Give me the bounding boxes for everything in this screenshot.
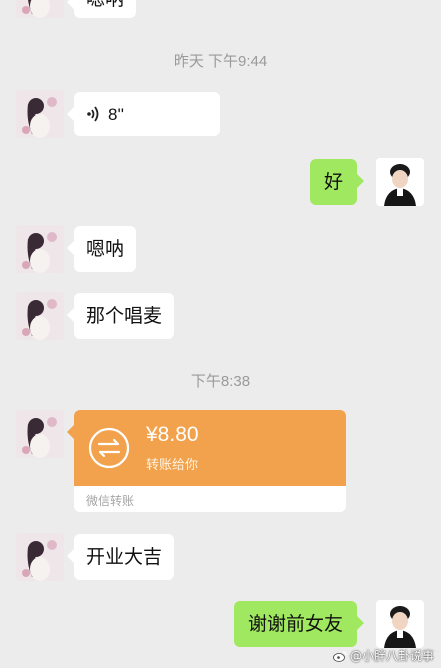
contact-avatar[interactable] [16,0,64,18]
message-text: 开业大吉 [86,545,163,568]
watermark-text: @小胖八卦说事 [350,649,435,663]
voice-message-bubble[interactable]: 8'' [67,92,220,136]
contact-avatar[interactable] [16,410,64,458]
message-bubble-incoming[interactable]: 开业大吉 [66,534,175,580]
timestamp: 下午8:38 [190,373,251,390]
weibo-logo-icon [333,650,347,662]
message-text: 那个唱麦 [86,304,163,327]
voice-wave-icon [86,105,100,123]
voice-duration: 8'' [108,104,124,124]
transfer-description: 转账给你 [146,458,199,473]
chat-window: 嗯呐 昨天 下午9:44 8'' 好 [0,0,441,668]
message-bubble-incoming[interactable]: 嗯呐 [66,226,137,272]
message-bubble-outgoing[interactable]: 谢谢前女友 [234,601,365,647]
message-text: 嗯呐 [86,237,125,260]
message-text: 嗯呐 [86,0,124,9]
transfer-amount: ¥8.80 [146,423,199,446]
watermark: @小胖八卦说事 [333,647,434,664]
transfer-card-header: ¥8.80 转账给你 [74,410,346,486]
transfer-footer-label: 微信转账 [86,494,135,508]
transfer-arrows-icon [88,427,130,469]
user-avatar[interactable] [376,158,424,206]
transfer-card[interactable]: ¥8.80 转账给你 微信转账 [67,410,346,512]
contact-avatar[interactable] [16,533,64,581]
contact-avatar[interactable] [16,225,64,273]
message-bubble-incoming[interactable]: 嗯呐 [66,0,137,18]
message-text: 好 [324,170,344,193]
message-bubble-outgoing[interactable]: 好 [310,159,365,205]
timestamp: 昨天 下午9:44 [173,53,268,70]
message-text: 谢谢前女友 [248,612,344,635]
contact-avatar[interactable] [16,90,64,138]
contact-avatar[interactable] [16,292,64,340]
message-bubble-incoming[interactable]: 那个唱麦 [66,293,175,339]
user-avatar[interactable] [376,600,424,648]
